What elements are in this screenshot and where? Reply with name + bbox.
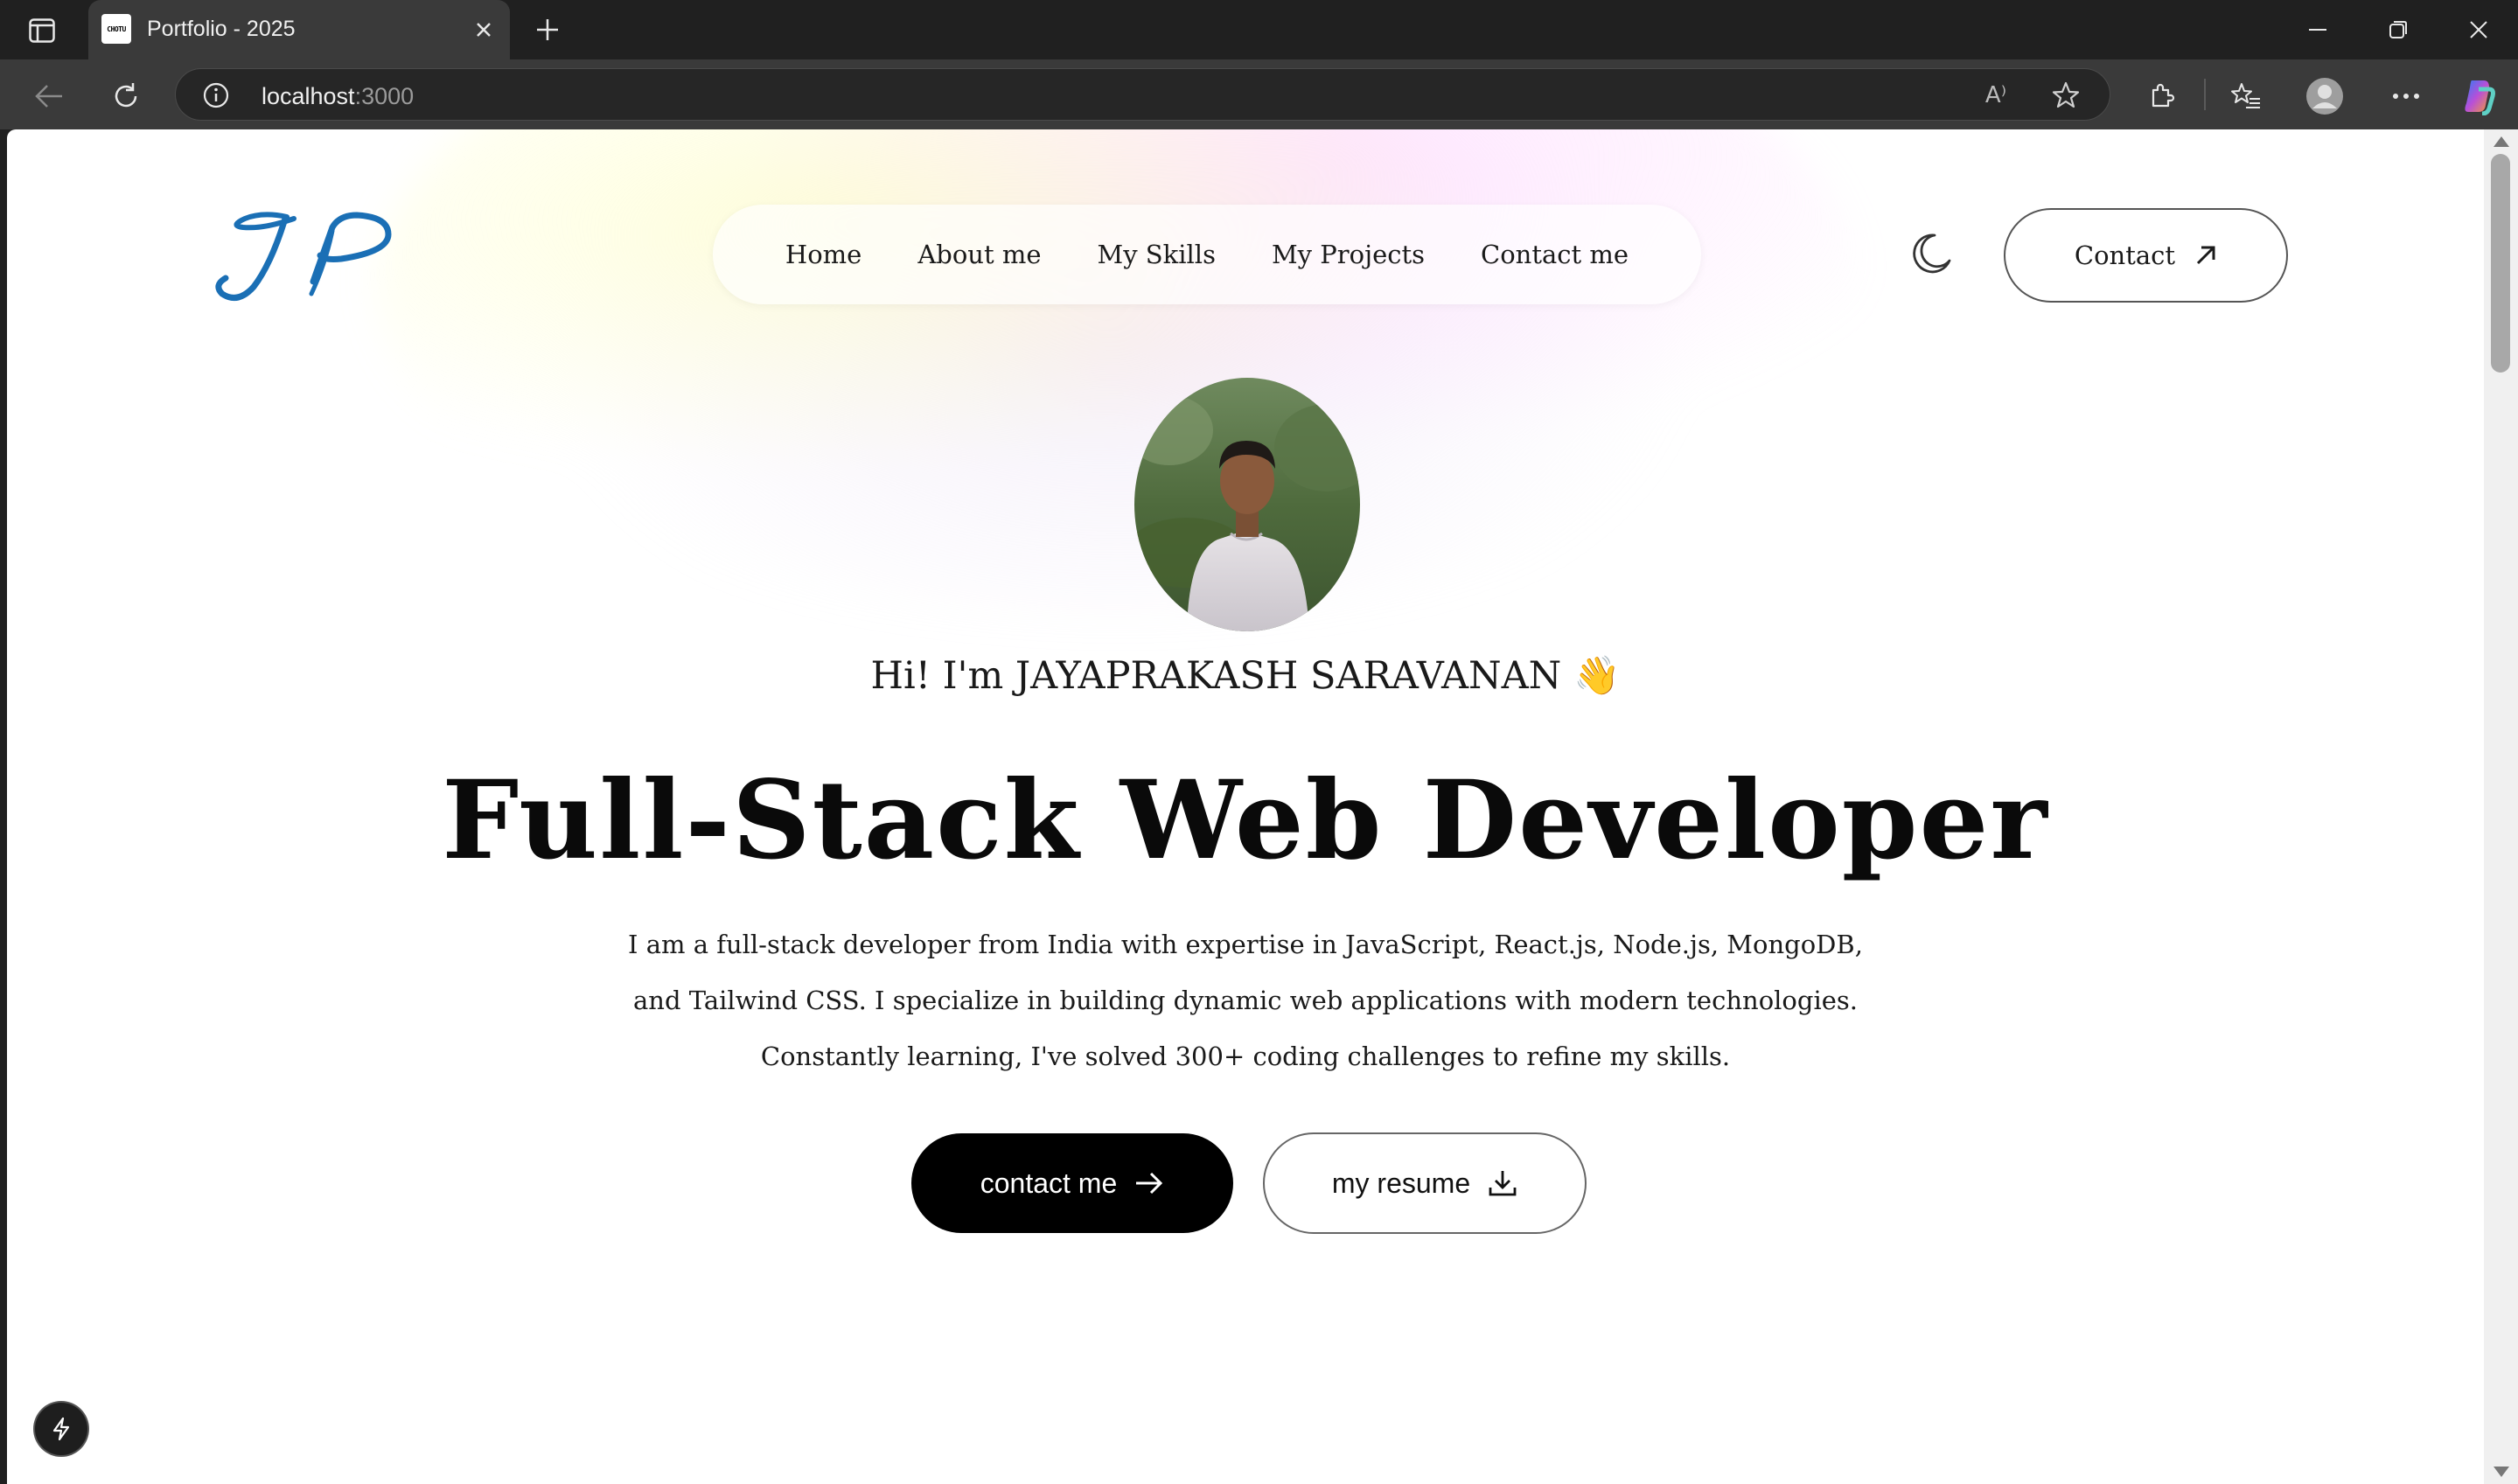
close-icon[interactable] [470,16,498,44]
reload-icon[interactable] [107,77,145,115]
star-icon[interactable] [2050,80,2082,111]
nav-skills[interactable]: My Skills [1098,240,1216,269]
hero-headline: Full-Stack Web Developer [442,757,2049,884]
info-icon[interactable] [202,81,230,109]
wave-emoji: 👋 [1573,654,1621,698]
window-close-icon[interactable] [2461,12,2496,47]
profile-icon[interactable] [2305,77,2344,115]
scroll-up-icon[interactable] [2494,136,2509,147]
page-scrollbar[interactable] [2484,129,2518,1484]
restore-icon[interactable] [2381,12,2416,47]
tab-title: Portfolio - 2025 [147,17,296,41]
contact-me-label: contact me [980,1167,1118,1199]
resume-label: my resume [1331,1167,1471,1199]
nav-about[interactable]: About me [917,240,1041,269]
avatar [1134,378,1360,631]
read-aloud-icon[interactable]: A⁾ [1980,80,2012,111]
nav-contact[interactable]: Contact me [1481,240,1629,269]
address-bar[interactable]: localhost:3000 A⁾ [175,68,2110,121]
sidebar-toggle-icon[interactable] [24,15,59,46]
browser-titlebar: CHOTU Portfolio - 2025 [0,0,2518,59]
header-contact-label: Contact [2074,240,2176,270]
arrow-up-right-icon [2197,246,2215,265]
hero-description: I am a full-stack developer from India w… [567,916,1924,1084]
resume-button[interactable]: my resume [1263,1132,1587,1234]
hero-greeting: Hi! I'm JAYAPRAKASH SARAVANAN 👋 [7,654,2484,698]
lightning-icon[interactable] [35,1403,87,1455]
scroll-down-icon[interactable] [2494,1467,2509,1477]
logo[interactable] [210,203,402,308]
browser-toolbar: localhost:3000 A⁾ [0,59,2518,129]
contact-me-button[interactable]: contact me [911,1133,1233,1233]
nav-projects[interactable]: My Projects [1272,240,1425,269]
moon-icon[interactable] [1905,227,1957,280]
page-viewport: Home About me My Skills My Projects Cont… [7,129,2484,1484]
arrow-right-icon [1136,1172,1163,1195]
nav-home[interactable]: Home [785,240,861,269]
back-icon[interactable] [30,77,68,115]
url-host: localhost [262,83,355,109]
scroll-thumb[interactable] [2491,154,2510,373]
toolbar-separator [2204,79,2206,110]
more-icon[interactable] [2387,77,2425,115]
hero-description-line: and Tailwind CSS. I specialize in buildi… [633,986,1858,1015]
url-text: localhost:3000 [262,83,414,110]
url-port: :3000 [354,83,415,109]
main-nav: Home About me My Skills My Projects Cont… [713,205,1701,304]
header-contact-button[interactable]: Contact [2004,208,2288,303]
hero-description-line: Constantly learning, I've solved 300+ co… [760,1042,1731,1071]
hero-description-line: I am a full-stack developer from India w… [628,930,1863,959]
copilot-icon[interactable] [2459,77,2498,115]
greeting-text: Hi! I'm JAYAPRAKASH SARAVANAN [870,654,1562,698]
minimize-icon[interactable] [2300,12,2335,47]
background-glow [374,129,1861,619]
tab-favicon: CHOTU [101,14,131,44]
extensions-icon[interactable] [2142,77,2180,115]
browser-tab[interactable]: CHOTU Portfolio - 2025 [88,0,510,59]
download-icon [1489,1171,1517,1196]
favorites-icon[interactable] [2227,77,2265,115]
plus-icon[interactable] [530,12,565,47]
